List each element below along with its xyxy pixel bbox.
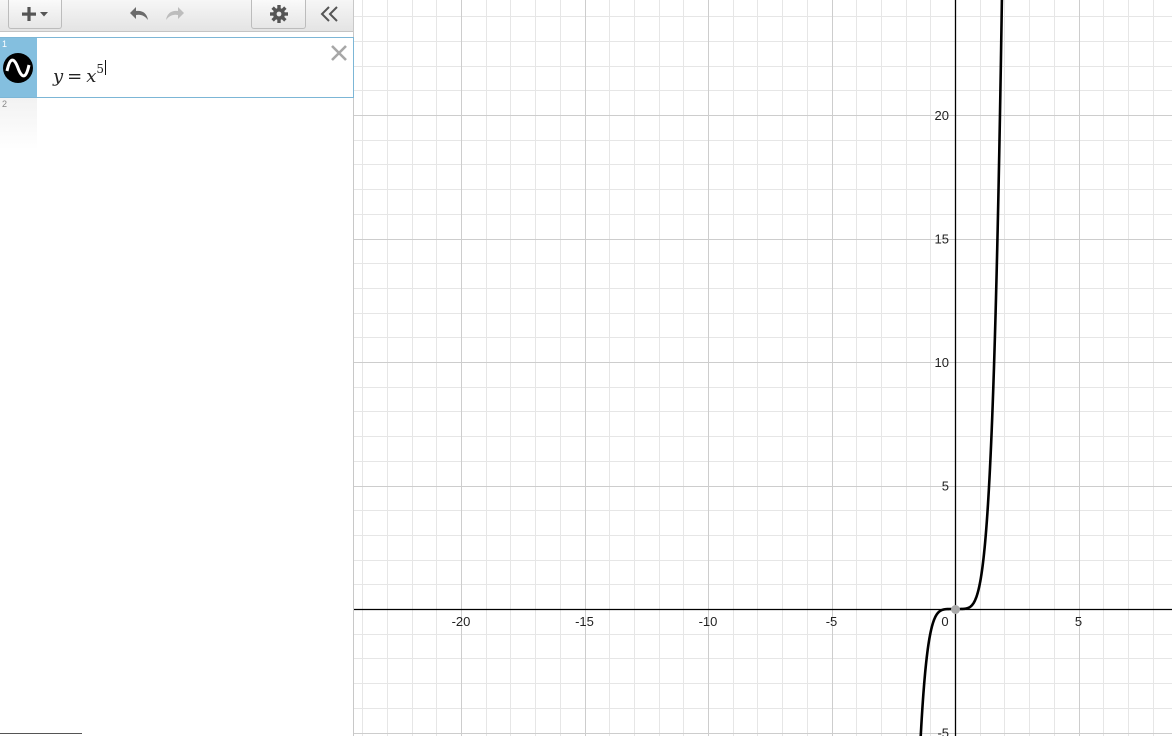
expression-tab[interactable]: 1 bbox=[0, 38, 37, 97]
expr-lhs: y bbox=[53, 66, 64, 87]
y-tick-label: -5 bbox=[937, 726, 949, 736]
undo-icon[interactable] bbox=[128, 3, 152, 25]
graph-toggle-icon[interactable] bbox=[3, 53, 33, 83]
graph-canvas[interactable]: -20 -15 -10 -5 0 5 20 15 10 5 -5 bbox=[354, 0, 1172, 736]
expr-base: x bbox=[86, 66, 97, 87]
x-tick-label: 5 bbox=[1075, 614, 1082, 629]
axes bbox=[354, 0, 1172, 736]
expression-tab[interactable]: 2 bbox=[0, 98, 37, 150]
expression-list: 1 y = x5 2 bbox=[0, 37, 354, 150]
expression-toolbar bbox=[0, 0, 353, 32]
add-item-button[interactable] bbox=[8, 0, 62, 29]
expression-index: 2 bbox=[2, 99, 8, 109]
tick-labels: -20 -15 -10 -5 0 5 20 15 10 5 -5 bbox=[452, 108, 1083, 736]
gear-icon bbox=[269, 5, 288, 23]
x-tick-label: -10 bbox=[699, 614, 718, 629]
y-tick-label: 20 bbox=[935, 108, 949, 123]
expression-index: 1 bbox=[2, 39, 8, 49]
x-tick-label: -15 bbox=[575, 614, 594, 629]
expr-exponent: 5 bbox=[96, 62, 105, 76]
plus-dropdown-icon bbox=[22, 7, 48, 21]
collapse-panel-icon[interactable] bbox=[318, 3, 342, 25]
expression-panel: 1 y = x5 2 bbox=[0, 0, 354, 736]
y-tick-label: 5 bbox=[942, 479, 949, 494]
x-tick-label: -5 bbox=[826, 614, 838, 629]
y-tick-label: 10 bbox=[935, 355, 949, 370]
expression-input[interactable]: y = x5 bbox=[53, 60, 107, 87]
redo-icon[interactable] bbox=[162, 3, 186, 25]
grid-major-lines bbox=[354, 0, 1172, 736]
origin-point[interactable] bbox=[951, 605, 960, 614]
expr-equals: = bbox=[67, 66, 83, 87]
grid-minor-lines bbox=[354, 0, 1172, 736]
text-cursor bbox=[105, 60, 107, 75]
panel-resize-line bbox=[0, 733, 82, 734]
y-tick-label: 15 bbox=[935, 232, 949, 247]
expression-row[interactable]: 1 y = x5 bbox=[0, 37, 354, 98]
expression-row-empty[interactable]: 2 bbox=[0, 98, 354, 150]
function-curve[interactable] bbox=[919, 0, 1004, 736]
x-tick-label: 0 bbox=[941, 614, 948, 629]
settings-button[interactable] bbox=[251, 0, 306, 29]
close-icon[interactable] bbox=[330, 44, 348, 62]
x-tick-label: -20 bbox=[452, 614, 471, 629]
